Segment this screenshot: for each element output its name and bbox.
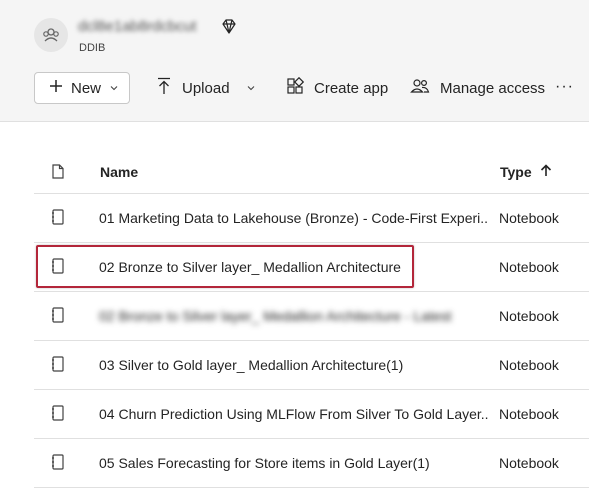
workspace-subtitle: DDIB bbox=[79, 42, 106, 54]
selection-highlight-box bbox=[36, 245, 414, 288]
column-header-type[interactable]: Type bbox=[500, 164, 552, 180]
more-options-button[interactable]: ··· bbox=[555, 78, 574, 96]
table-row[interactable]: 03 Silver to Gold layer_ Medallion Archi… bbox=[34, 341, 589, 390]
row-type: Notebook bbox=[499, 210, 559, 226]
table-row[interactable]: 05 Sales Forecasting for Store items in … bbox=[34, 439, 589, 488]
manage-access-button[interactable]: Manage access bbox=[410, 72, 545, 104]
create-app-label: Create app bbox=[314, 79, 389, 97]
upload-label: Upload bbox=[182, 79, 230, 97]
row-type: Notebook bbox=[499, 308, 559, 324]
workspace-name: dcl8e1ab8rdcbcut bbox=[78, 18, 197, 35]
row-name[interactable]: 05 Sales Forecasting for Store items in … bbox=[99, 455, 489, 471]
table-row[interactable]: 02 Bronze to Silver layer_ Medallion Arc… bbox=[34, 292, 589, 341]
row-name[interactable]: 01 Marketing Data to Lakehouse (Bronze) … bbox=[99, 210, 489, 226]
new-button-label: New bbox=[71, 79, 102, 97]
notebook-icon bbox=[51, 356, 65, 377]
notebook-icon bbox=[51, 454, 65, 475]
column-header-name[interactable]: Name bbox=[100, 164, 138, 180]
row-name[interactable]: 02 Bronze to Silver layer_ Medallion Arc… bbox=[99, 308, 489, 324]
row-type: Notebook bbox=[499, 455, 559, 471]
table-row[interactable]: 01 Marketing Data to Lakehouse (Bronze) … bbox=[34, 194, 589, 243]
create-app-button[interactable]: Create app bbox=[286, 72, 388, 104]
column-header-type-label: Type bbox=[500, 164, 532, 180]
people-icon bbox=[410, 77, 430, 99]
row-name[interactable]: 03 Silver to Gold layer_ Medallion Archi… bbox=[99, 357, 489, 373]
notebook-icon bbox=[51, 209, 65, 230]
chevron-down-icon bbox=[246, 80, 256, 97]
upload-icon bbox=[156, 77, 172, 99]
row-type: Notebook bbox=[499, 406, 559, 422]
sort-ascending-arrow-icon bbox=[540, 164, 552, 180]
workspace-avatar-icon bbox=[34, 18, 68, 52]
app-grid-icon bbox=[286, 76, 305, 99]
workspace-header: dcl8e1ab8rdcbcut DDIB New Upload Create … bbox=[0, 0, 589, 122]
file-type-column-icon[interactable] bbox=[52, 164, 64, 184]
row-type: Notebook bbox=[499, 259, 559, 275]
chevron-down-icon bbox=[109, 80, 119, 97]
plus-icon bbox=[49, 79, 63, 97]
manage-access-label: Manage access bbox=[440, 79, 546, 97]
table-header: Name Type bbox=[34, 148, 589, 194]
notebook-icon bbox=[51, 307, 65, 328]
row-type: Notebook bbox=[499, 357, 559, 373]
premium-diamond-icon bbox=[220, 18, 238, 36]
row-name[interactable]: 04 Churn Prediction Using MLFlow From Si… bbox=[99, 406, 489, 422]
notebook-icon bbox=[51, 405, 65, 426]
new-button[interactable]: New bbox=[34, 72, 130, 104]
table-row[interactable]: 04 Churn Prediction Using MLFlow From Si… bbox=[34, 390, 589, 439]
upload-button[interactable]: Upload bbox=[156, 72, 256, 104]
